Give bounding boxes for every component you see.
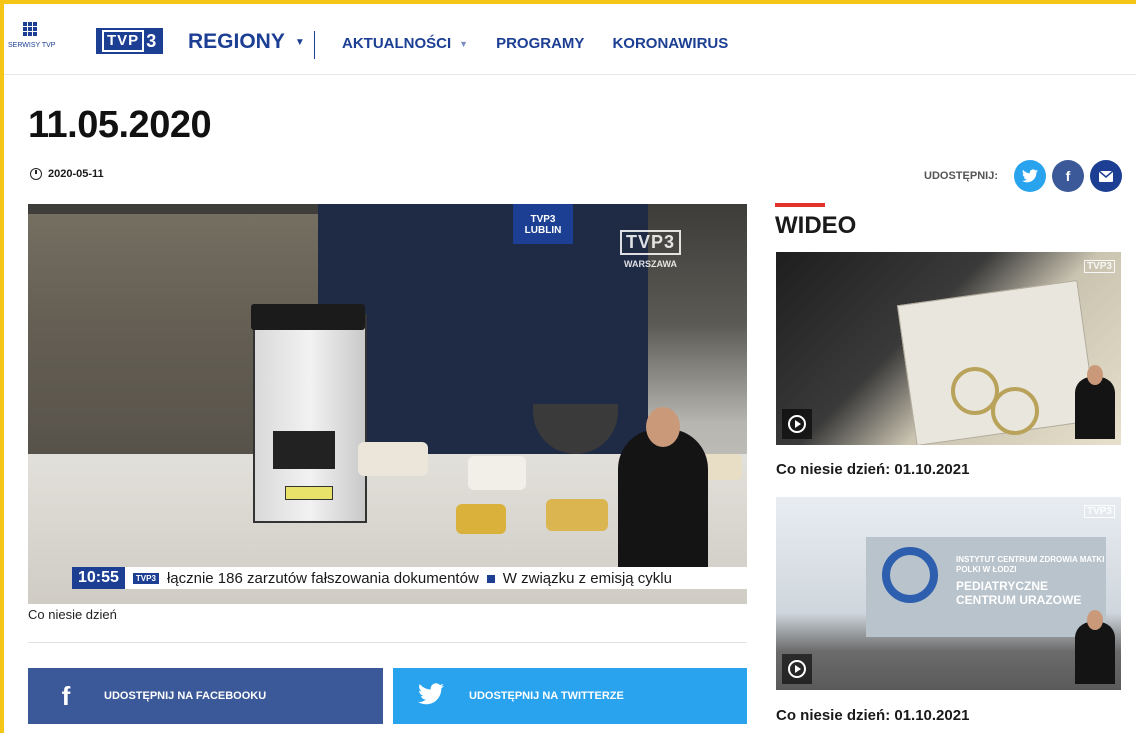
video-watermark: TVP3 WARSZAWA	[620, 230, 682, 269]
share-twitter-button[interactable]: UDOSTĘPNIJ NA TWITTERZE	[393, 668, 747, 724]
share-label: UDOSTĘPNIJ:	[924, 170, 998, 182]
sign-language-interpreter	[1075, 365, 1115, 439]
nav-label: KORONAWIRUS	[612, 35, 729, 52]
chevron-down-icon: ▼	[294, 36, 305, 48]
thumbnail-watermark: TVP3	[1083, 260, 1115, 273]
video-microphone: TVP3 LUBLIN	[513, 204, 573, 244]
twitter-share-button[interactable]	[1014, 160, 1046, 192]
grid-icon	[23, 22, 37, 36]
video-title-link[interactable]: Co niesie dzień: 01.10.2021	[776, 707, 969, 724]
ticker-logo: TVP3	[132, 572, 159, 584]
ticker-text: łącznie 186 zarzutów fałszowania dokumen…	[166, 569, 672, 587]
thumbnail-ring	[991, 387, 1039, 435]
facebook-icon: f	[1065, 168, 1071, 184]
nav-item-koronawirus[interactable]: KORONAWIRUS	[612, 35, 728, 52]
play-icon	[788, 660, 806, 678]
mail-icon	[1099, 170, 1113, 182]
facebook-share-button[interactable]: f	[1052, 160, 1084, 192]
ticker-time: 10:55	[72, 567, 125, 589]
clock-icon	[30, 168, 42, 180]
left-frame-bar	[0, 0, 4, 733]
video-object	[456, 504, 506, 534]
publish-date: 2020-05-11	[30, 168, 104, 180]
play-button[interactable]	[782, 654, 812, 684]
section-title: REGIONY	[188, 30, 285, 53]
date-value: 2020-05-11	[48, 168, 104, 180]
page-title: 11.05.2020	[28, 104, 212, 146]
share-facebook-button[interactable]: f UDOSTĘPNIJ NA FACEBOOKU	[28, 668, 383, 724]
email-share-button[interactable]	[1090, 160, 1122, 192]
facebook-icon: f	[61, 680, 71, 711]
video-object	[358, 442, 428, 476]
share-facebook-label: UDOSTĘPNIJ NA FACEBOOKU	[104, 690, 267, 702]
sign-language-interpreter	[618, 407, 708, 569]
twitter-icon	[393, 681, 469, 712]
video-device	[251, 304, 367, 523]
play-button[interactable]	[782, 409, 812, 439]
nav-label: PROGRAMY	[496, 35, 585, 52]
ticker-separator	[486, 574, 495, 583]
tvp3-logo[interactable]: TVP 3	[96, 28, 164, 54]
thumbnail-sign-text: INSTYTUT CENTRUM ZDROWIA MATKI POLKI W Ł…	[956, 555, 1105, 574]
logo-text: TVP	[102, 30, 145, 52]
nav-label: AKTUALNOŚCI	[342, 35, 452, 52]
video-caption: Co niesie dzień	[28, 607, 117, 622]
nav-item-aktualnosci[interactable]: AKTUALNOŚCI ▼	[342, 35, 468, 52]
thumbnail-sign-text: PEDIATRYCZNE CENTRUM URAZOWE	[956, 579, 1082, 607]
video-thumbnail[interactable]: INSTYTUT CENTRUM ZDROWIA MATKI POLKI W Ł…	[776, 497, 1121, 690]
video-object	[546, 499, 608, 531]
services-label: SERWISY TVP	[8, 42, 56, 49]
sign-language-interpreter	[1075, 610, 1115, 684]
share-twitter-label: UDOSTĘPNIJ NA TWITTERZE	[469, 690, 624, 702]
video-object	[468, 456, 526, 490]
news-ticker: 10:55 TVP3 łącznie 186 zarzutów fałszowa…	[72, 567, 747, 589]
site-header: SERWISY TVP TVP 3 REGIONY ▼ AKTUALNOŚCI …	[4, 4, 1136, 75]
services-menu-button[interactable]: SERWISY TVP	[8, 22, 56, 49]
header-divider	[314, 31, 315, 59]
sidebar-heading: WIDEO	[775, 212, 857, 239]
content-divider	[28, 642, 747, 643]
heart-logo-icon	[882, 547, 938, 603]
video-title-link[interactable]: Co niesie dzień: 01.10.2021	[776, 461, 969, 478]
main-nav: AKTUALNOŚCI ▼ PROGRAMY KORONAWIRUS	[342, 35, 728, 52]
play-icon	[788, 415, 806, 433]
video-player[interactable]: TVP3 LUBLIN TVP3 WARSZAWA 10:55 TVP3 łąc…	[28, 204, 747, 604]
chevron-down-icon: ▼	[459, 38, 469, 49]
video-thumbnail[interactable]: TVP3	[776, 252, 1121, 445]
logo-number: 3	[146, 31, 158, 51]
thumbnail-watermark: TVP3	[1083, 505, 1115, 518]
share-bar: UDOSTĘPNIJ: f	[924, 160, 1122, 192]
twitter-icon	[1022, 169, 1038, 183]
regions-dropdown[interactable]: REGIONY ▼	[188, 30, 305, 54]
section-accent-bar	[775, 203, 825, 207]
nav-item-programy[interactable]: PROGRAMY	[496, 35, 584, 52]
